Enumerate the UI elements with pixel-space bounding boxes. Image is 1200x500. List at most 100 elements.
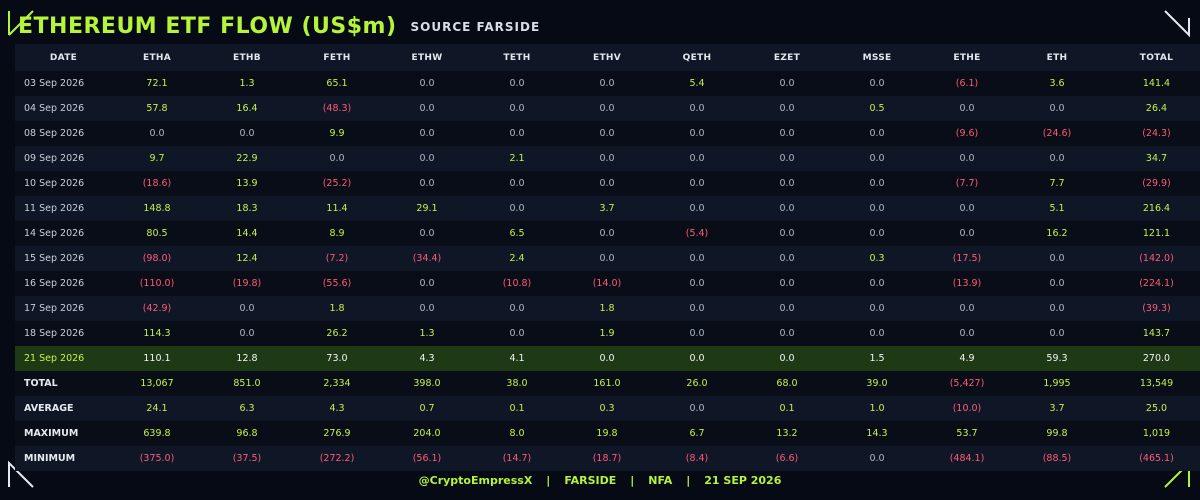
cell-teth: 0.0 xyxy=(472,96,562,121)
cell-ethe: (6.1) xyxy=(922,71,1012,96)
cell-teth: 0.0 xyxy=(472,321,562,346)
summary-label: AVERAGE xyxy=(15,396,112,421)
cell-ethw: 0.7 xyxy=(382,396,472,421)
cell-etha: (110.0) xyxy=(112,271,202,296)
cell-ethb: 0.0 xyxy=(202,121,292,146)
table-row: 21 Sep 2026 110.1 12.8 73.0 4.3 4.1 0.0 0.0 0.0 1… xyxy=(15,346,1200,371)
table-row: 17 Sep 2026 (42.9) 0.0 1.8 0.0 0.0 1.8 0.0 0.0 0.… xyxy=(15,296,1200,321)
cell-msse: 0.3 xyxy=(832,246,922,271)
cell-etha: (18.6) xyxy=(112,171,202,196)
cell-etha: 9.7 xyxy=(112,146,202,171)
corner-bracket-top-right-icon xyxy=(1162,8,1192,38)
column-header-ethe: ETHE xyxy=(922,44,1012,71)
cell-ethb: 6.3 xyxy=(202,396,292,421)
table-row: 03 Sep 2026 72.1 1.3 65.1 0.0 0.0 0.0 5.4 0.0 0.0… xyxy=(15,71,1200,96)
table-row: 04 Sep 2026 57.8 16.4 (48.3) 0.0 0.0 0.0 0.0 0.0… xyxy=(15,96,1200,121)
cell-ethb: 1.3 xyxy=(202,71,292,96)
cell-ezet: 68.0 xyxy=(742,371,832,396)
cell-total: 121.1 xyxy=(1102,221,1200,246)
date-cell: 10 Sep 2026 xyxy=(15,171,112,196)
footer: @CryptoEmpressX | FARSIDE | NFA | 21 SEP 2026 xyxy=(0,474,1200,487)
summary-row: TOTAL 13,067 851.0 2,334 398.0 38.0 161.0 26.0 6… xyxy=(15,371,1200,396)
date-cell: 16 Sep 2026 xyxy=(15,271,112,296)
cell-total: 270.0 xyxy=(1102,346,1200,371)
cell-feth: 9.9 xyxy=(292,121,382,146)
cell-ethw: 0.0 xyxy=(382,146,472,171)
summary-label: MINIMUM xyxy=(15,446,112,471)
cell-etha: (98.0) xyxy=(112,246,202,271)
cell-ethw: 0.0 xyxy=(382,96,472,121)
cell-teth: 0.0 xyxy=(472,171,562,196)
cell-msse: 0.0 xyxy=(832,196,922,221)
cell-msse: 0.0 xyxy=(832,71,922,96)
cell-ezet: 0.0 xyxy=(742,221,832,246)
column-header-ethw: ETHW xyxy=(382,44,472,71)
cell-ethw: 0.0 xyxy=(382,121,472,146)
cell-eth: 1,995 xyxy=(1012,371,1102,396)
summary-row: MINIMUM (375.0) (37.5) (272.2) (56.1) (14.7)(… xyxy=(15,446,1200,471)
cell-ethb: 18.3 xyxy=(202,196,292,221)
cell-qeth: 0.0 xyxy=(652,296,742,321)
cell-ethv: 0.0 xyxy=(562,121,652,146)
table-row: 14 Sep 2026 80.5 14.4 8.9 0.0 6.5 0.0 (5.4) 0.0 0… xyxy=(15,221,1200,246)
cell-ethw: 0.0 xyxy=(382,271,472,296)
table-row: 15 Sep 2026 (98.0) 12.4 (7.2) (34.4) 2.4 0.0 0.… xyxy=(15,246,1200,271)
cell-msse: 14.3 xyxy=(832,421,922,446)
cell-qeth: 0.0 xyxy=(652,396,742,421)
cell-msse: 1.5 xyxy=(832,346,922,371)
cell-msse: 0.0 xyxy=(832,296,922,321)
cell-eth: 0.0 xyxy=(1012,246,1102,271)
cell-msse: 0.0 xyxy=(832,121,922,146)
cell-feth: (272.2) xyxy=(292,446,382,471)
cell-total: (24.3) xyxy=(1102,121,1200,146)
cell-msse: 39.0 xyxy=(832,371,922,396)
cell-ezet: 0.0 xyxy=(742,171,832,196)
cell-qeth: 0.0 xyxy=(652,271,742,296)
cell-ethv: 19.8 xyxy=(562,421,652,446)
table-row: 09 Sep 2026 9.7 22.9 0.0 0.0 2.1 0.0 0.0 0.0 0.0 0… xyxy=(15,146,1200,171)
cell-feth: (55.6) xyxy=(292,271,382,296)
cell-ethw: 1.3 xyxy=(382,321,472,346)
cell-etha: (42.9) xyxy=(112,296,202,321)
cell-ethb: (19.8) xyxy=(202,271,292,296)
cell-total: 216.4 xyxy=(1102,196,1200,221)
cell-feth: 65.1 xyxy=(292,71,382,96)
cell-ethw: 0.0 xyxy=(382,171,472,196)
cell-qeth: 0.0 xyxy=(652,96,742,121)
table-row: 10 Sep 2026 (18.6) 13.9 (25.2) 0.0 0.0 0.0 0.0 0… xyxy=(15,171,1200,196)
cell-ezet: 0.0 xyxy=(742,296,832,321)
cell-ezet: 0.0 xyxy=(742,196,832,221)
cell-etha: 0.0 xyxy=(112,121,202,146)
column-header-etha: ETHA xyxy=(112,44,202,71)
source-subtitle: SOURCE FARSIDE xyxy=(410,20,541,34)
table-row: 16 Sep 2026 (110.0) (19.8) (55.6) 0.0 (10.8)(… xyxy=(15,271,1200,296)
cell-ethv: 0.0 xyxy=(562,346,652,371)
cell-feth: 8.9 xyxy=(292,221,382,246)
column-header-msse: MSSE xyxy=(832,44,922,71)
column-header-teth: TETH xyxy=(472,44,562,71)
table-row: 11 Sep 2026 148.8 18.3 11.4 29.1 0.0 3.7 0.0 0.0… xyxy=(15,196,1200,221)
cell-teth: (10.8) xyxy=(472,271,562,296)
cell-feth: 0.0 xyxy=(292,146,382,171)
cell-teth: (14.7) xyxy=(472,446,562,471)
cell-eth: 0.0 xyxy=(1012,146,1102,171)
cell-ezet: (6.6) xyxy=(742,446,832,471)
cell-ezet: 0.0 xyxy=(742,346,832,371)
cell-feth: 1.8 xyxy=(292,296,382,321)
cell-total: 26.4 xyxy=(1102,96,1200,121)
cell-qeth: 0.0 xyxy=(652,196,742,221)
cell-total: (29.9) xyxy=(1102,171,1200,196)
cell-ethe: (5,427) xyxy=(922,371,1012,396)
cell-ethb: (37.5) xyxy=(202,446,292,471)
cell-ezet: 0.1 xyxy=(742,396,832,421)
cell-etha: 72.1 xyxy=(112,71,202,96)
cell-eth: 0.0 xyxy=(1012,296,1102,321)
cell-eth: 3.6 xyxy=(1012,71,1102,96)
cell-eth: 7.7 xyxy=(1012,171,1102,196)
cell-msse: 1.0 xyxy=(832,396,922,421)
cell-teth: 2.4 xyxy=(472,246,562,271)
cell-ethv: 0.0 xyxy=(562,146,652,171)
cell-eth: 16.2 xyxy=(1012,221,1102,246)
column-header-feth: FETH xyxy=(292,44,382,71)
cell-ezet: 0.0 xyxy=(742,121,832,146)
